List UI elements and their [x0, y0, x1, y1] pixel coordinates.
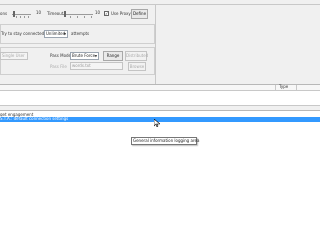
pass-mode-value: Brute Force	[72, 53, 96, 58]
timeout-tick	[84, 16, 85, 18]
mouse-cursor-icon	[154, 119, 160, 127]
threads-tick	[28, 16, 29, 18]
threads-slider-thumb[interactable]	[13, 11, 15, 17]
connection-suffix: attempts	[71, 31, 90, 36]
results-table-body[interactable]	[0, 91, 320, 105]
tooltip: General information logging area	[131, 137, 200, 145]
log-line-text: S.T.A.: default connection settings	[0, 116, 69, 121]
chevron-down-icon: ▼	[94, 54, 97, 58]
threads-label-partial: ons	[0, 11, 8, 16]
timeout-value: 10	[95, 10, 101, 15]
timeout-label: Timeout	[47, 11, 64, 16]
timeout-tick	[91, 16, 92, 18]
pass-file-label: Pass File	[50, 64, 67, 69]
distributed-button[interactable]: Distributed	[125, 51, 148, 61]
pass-mode-label: Pass Mode	[50, 53, 72, 58]
timeout-slider-thumb[interactable]	[64, 11, 66, 17]
pass-file-field[interactable]: words.txt	[70, 62, 123, 70]
connection-select-value: Unlimited	[46, 31, 66, 36]
top-divider	[0, 4, 320, 5]
chevron-down-icon: ▼	[63, 32, 66, 36]
pass-file-value: words.txt	[72, 63, 91, 68]
connection-select[interactable]: Unlimited ▼	[44, 30, 68, 38]
threads-tick	[20, 16, 21, 18]
log-line-selected[interactable]: S.T.A.: default connection settings	[0, 116, 320, 122]
threads-tick	[16, 16, 17, 18]
tooltip-text: General information logging area	[133, 138, 200, 143]
threads-value: 10	[36, 10, 42, 15]
use-proxy-label: Use Proxy	[111, 11, 131, 16]
timeout-slider-track[interactable]	[63, 14, 93, 15]
panel-right-border	[155, 4, 156, 84]
use-proxy-checkbox[interactable]: ✓	[104, 11, 109, 16]
threads-tick	[24, 16, 25, 18]
define-button[interactable]: Define	[131, 9, 148, 19]
timeout-tick	[77, 16, 78, 18]
log-area[interactable]	[0, 111, 320, 240]
browse-button[interactable]: Browse	[128, 62, 146, 71]
timeout-tick	[70, 16, 71, 18]
range-button[interactable]: Range	[103, 51, 123, 61]
single-user-field[interactable]: Single User	[0, 52, 28, 60]
pass-mode-select[interactable]: Brute Force ▼	[70, 52, 99, 60]
single-user-label: Single User	[2, 53, 25, 58]
